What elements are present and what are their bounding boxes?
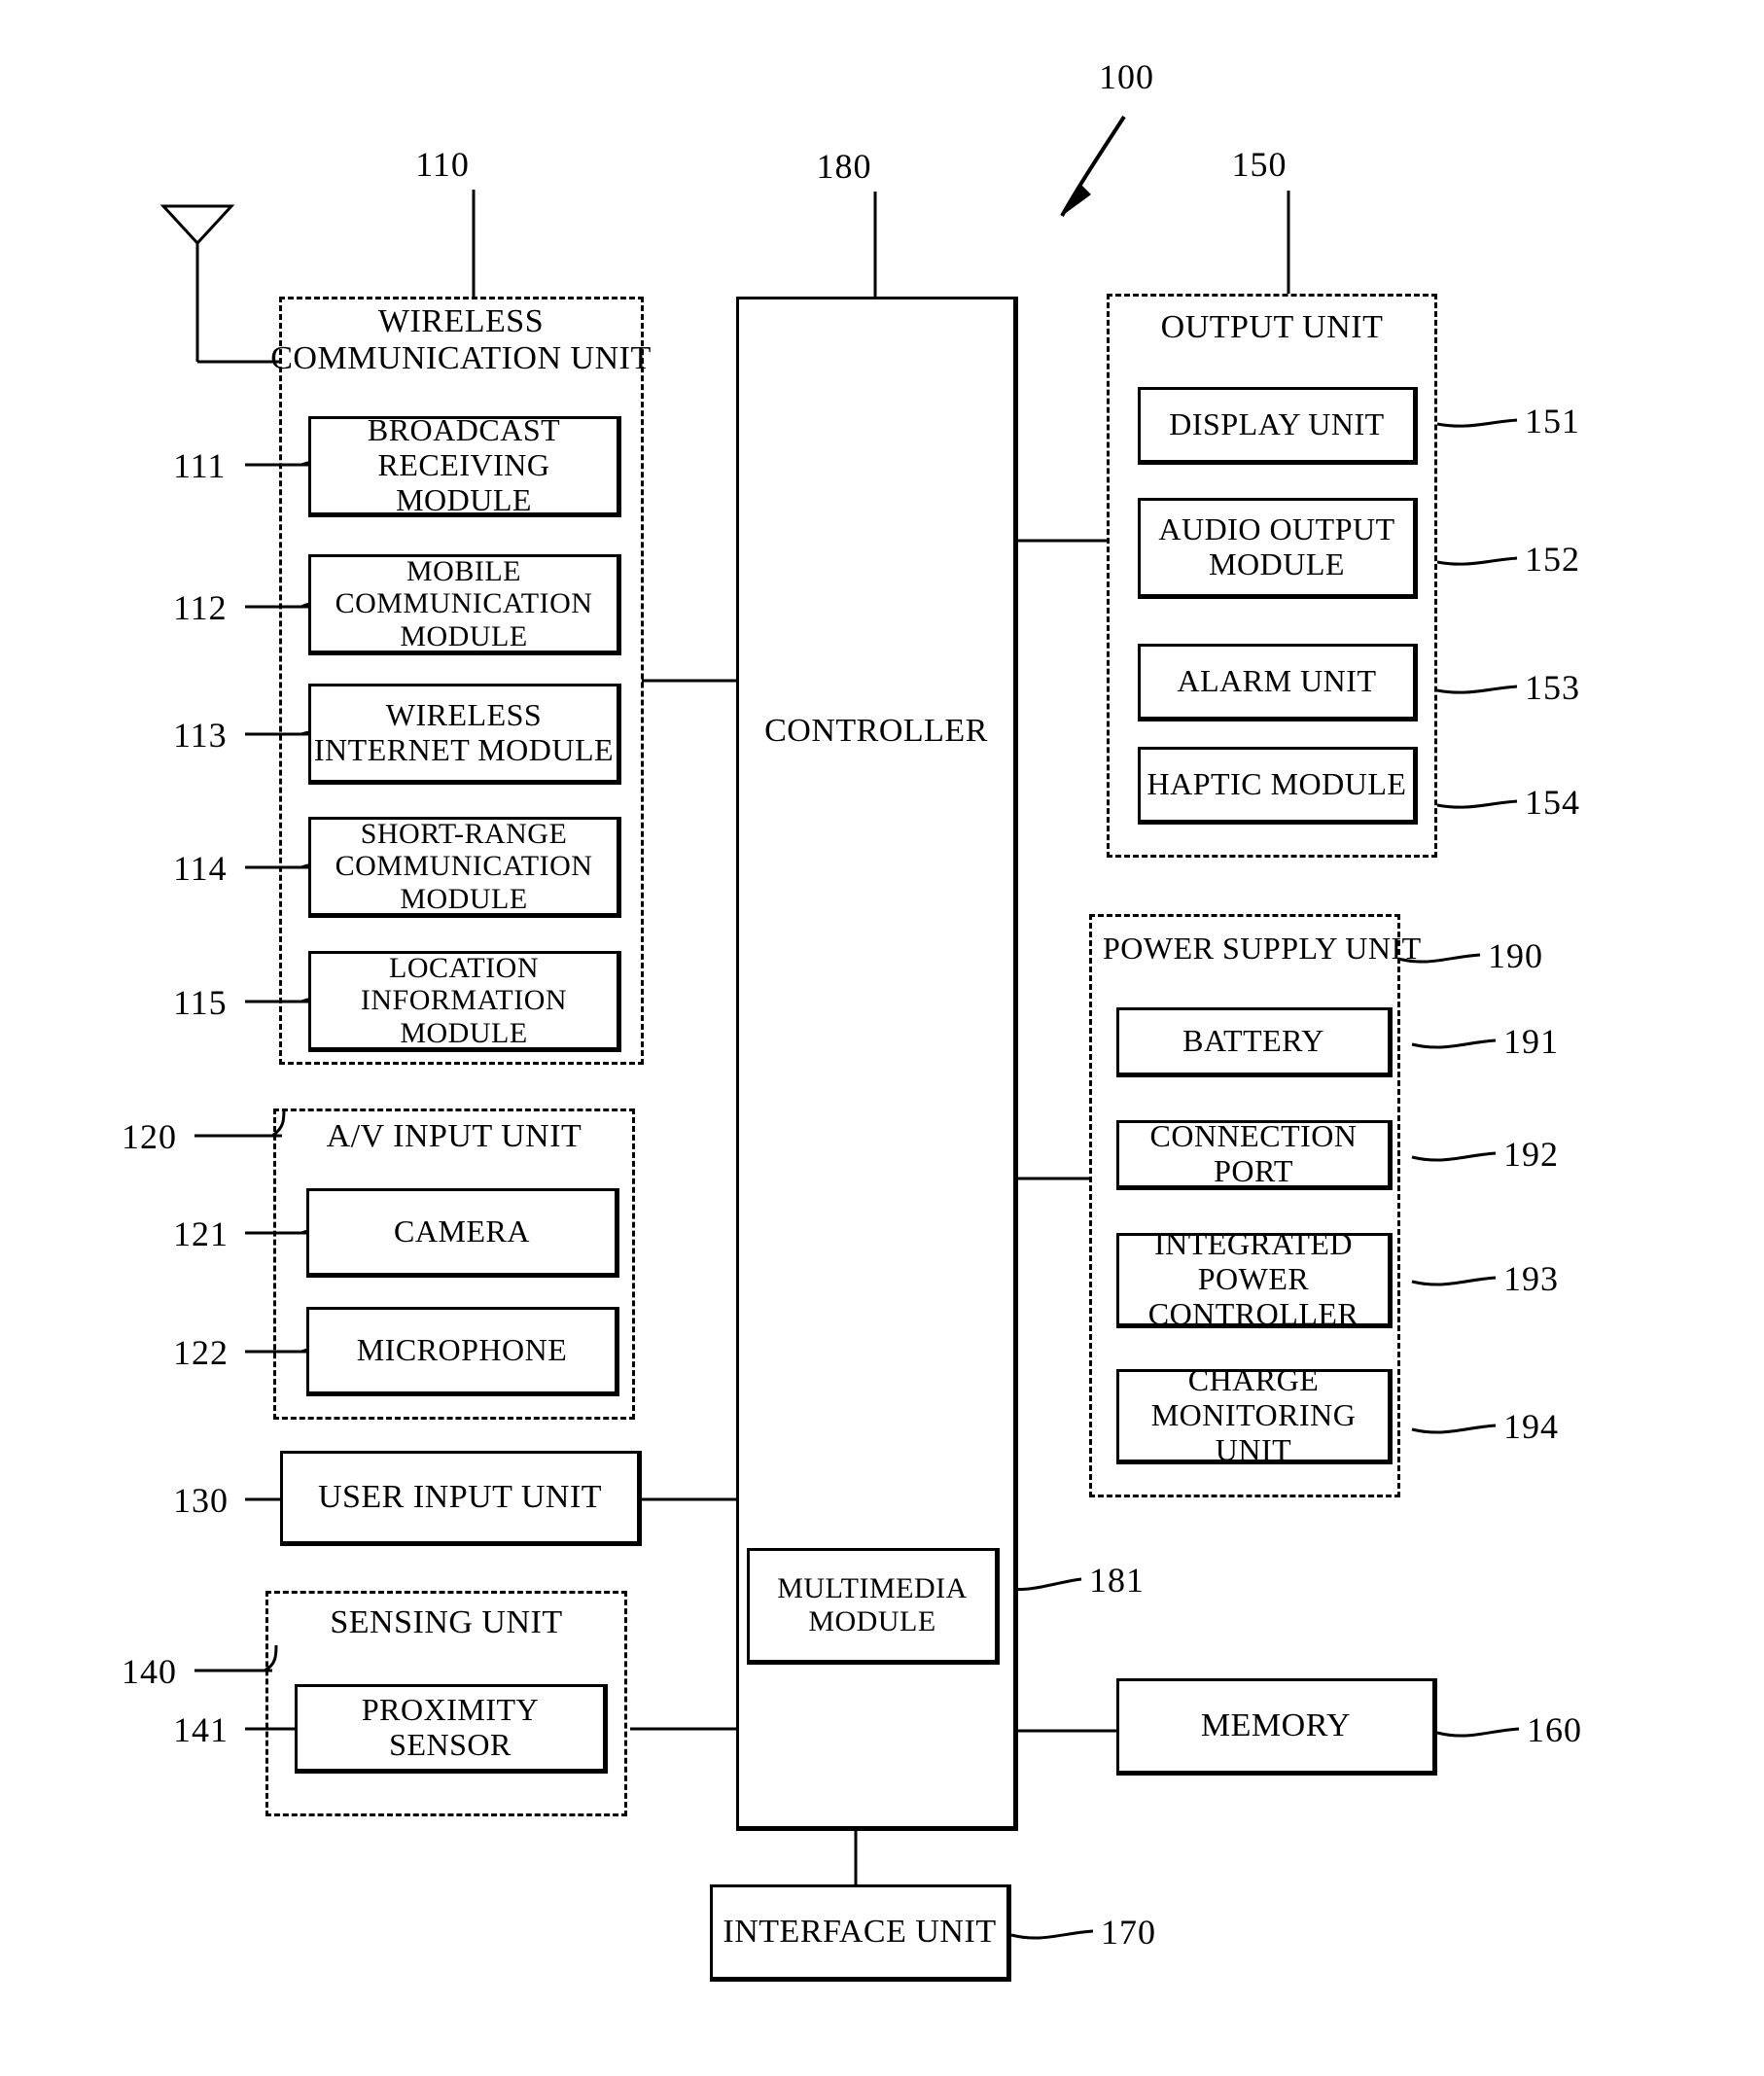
audio-output-module-box[interactable]: AUDIO OUTPUT MODULE xyxy=(1138,498,1418,599)
proximity-sensor-box[interactable]: PROXIMITY SENSOR xyxy=(295,1684,608,1774)
memory-box[interactable]: MEMORY xyxy=(1116,1678,1437,1776)
ref-150: 150 xyxy=(1231,145,1288,184)
wireless-communication-unit-label: WIRELESS COMMUNICATION UNIT xyxy=(270,303,651,377)
wireless-internet-module-line1: WIRELESS xyxy=(385,697,543,733)
ref-112: 112 xyxy=(173,588,228,627)
haptic-module-box[interactable]: HAPTIC MODULE xyxy=(1138,747,1418,825)
multimedia-module-line1: MULTIMEDIA xyxy=(777,1572,968,1605)
ref-191: 191 xyxy=(1503,1022,1559,1061)
ref-141: 141 xyxy=(173,1710,229,1749)
ref-111: 111 xyxy=(173,446,227,485)
patent-figure: 110 180 150 100 111 112 113 114 115 120 … xyxy=(0,0,1764,2076)
ref-181: 181 xyxy=(1089,1561,1145,1600)
ref-154: 154 xyxy=(1525,783,1580,822)
wireless-internet-module-line2: INTERNET MODULE xyxy=(313,732,615,767)
location-information-module-line1: LOCATION xyxy=(389,951,539,984)
ref-114: 114 xyxy=(173,849,228,888)
microphone-label: MICROPHONE xyxy=(356,1332,568,1368)
power-supply-unit-label: POWER SUPPLY UNIT xyxy=(1103,931,1422,966)
display-unit-label: DISPLAY UNIT xyxy=(1169,406,1385,442)
ref-192: 192 xyxy=(1503,1135,1559,1174)
display-unit-box[interactable]: DISPLAY UNIT xyxy=(1138,387,1418,465)
proximity-sensor-label: PROXIMITY SENSOR xyxy=(361,1692,540,1762)
ref-151: 151 xyxy=(1525,402,1580,440)
battery-box[interactable]: BATTERY xyxy=(1116,1007,1393,1077)
ref-122: 122 xyxy=(173,1333,229,1372)
camera-box[interactable]: CAMERA xyxy=(306,1188,619,1278)
location-information-module-line2: INFORMATION MODULE xyxy=(360,984,568,1049)
ref-115: 115 xyxy=(173,983,228,1022)
wcu-label-line1: WIRELESS xyxy=(377,303,545,339)
broadcast-receiving-module-line1: BROADCAST xyxy=(367,412,561,448)
interface-unit-label: INTERFACE UNIT xyxy=(723,1913,997,1950)
short-range-communication-module-line2: COMMUNICATION MODULE xyxy=(335,850,593,915)
controller-label: CONTROLLER xyxy=(764,713,988,749)
multimedia-module-line2: MODULE xyxy=(808,1605,936,1637)
ref-190: 190 xyxy=(1488,936,1543,975)
broadcast-receiving-module-line2: RECEIVING MODULE xyxy=(377,447,550,517)
user-input-unit-label: USER INPUT UNIT xyxy=(317,1478,603,1515)
interface-unit-box[interactable]: INTERFACE UNIT xyxy=(710,1884,1011,1982)
ref-194: 194 xyxy=(1503,1407,1559,1446)
user-input-unit-box[interactable]: USER INPUT UNIT xyxy=(280,1451,642,1546)
ref-193: 193 xyxy=(1503,1259,1559,1298)
integrated-power-controller-box[interactable]: INTEGRATED POWER CONTROLLER xyxy=(1116,1226,1393,1331)
multimedia-module-box[interactable]: MULTIMEDIA MODULE xyxy=(747,1548,1000,1665)
haptic-module-label: HAPTIC MODULE xyxy=(1147,766,1407,802)
audio-output-module-line2: MODULE xyxy=(1209,546,1345,581)
ref-153: 153 xyxy=(1525,668,1580,707)
wcu-label-line2: COMMUNICATION UNIT xyxy=(270,340,652,377)
integrated-power-controller-line2: CONTROLLER xyxy=(1147,1295,1359,1331)
mobile-communication-module-box[interactable]: MOBILE COMMUNICATION MODULE xyxy=(308,554,621,655)
ref-110: 110 xyxy=(415,145,470,184)
memory-label: MEMORY xyxy=(1200,1707,1352,1743)
short-range-communication-module-box[interactable]: SHORT-RANGE COMMUNICATION MODULE xyxy=(308,817,621,918)
alarm-unit-label: ALARM UNIT xyxy=(1177,663,1377,699)
charge-monitoring-unit-line1: CHARGE MONITORING xyxy=(1150,1362,1357,1433)
microphone-box[interactable]: MICROPHONE xyxy=(306,1307,619,1396)
sensing-unit-label: SENSING UNIT xyxy=(330,1604,563,1640)
mobile-communication-module-line1: MOBILE xyxy=(406,554,521,587)
charge-monitoring-unit-box[interactable]: CHARGE MONITORING UNIT xyxy=(1116,1362,1393,1467)
connection-port-box[interactable]: CONNECTION PORT xyxy=(1116,1118,1393,1190)
alarm-unit-box[interactable]: ALARM UNIT xyxy=(1138,644,1418,721)
broadcast-receiving-module-box[interactable]: BROADCAST RECEIVING MODULE xyxy=(308,412,621,517)
short-range-communication-module-line1: SHORT-RANGE xyxy=(360,817,568,850)
connection-port-label: CONNECTION PORT xyxy=(1149,1118,1358,1188)
av-input-unit-label: A/V INPUT UNIT xyxy=(326,1118,582,1154)
mobile-communication-module-line2: COMMUNICATION MODULE xyxy=(335,587,593,652)
ref-152: 152 xyxy=(1525,540,1580,579)
ref-100: 100 xyxy=(1099,57,1154,96)
ref-160: 160 xyxy=(1527,1710,1582,1749)
ref-170: 170 xyxy=(1101,1913,1156,1952)
audio-output-module-line1: AUDIO OUTPUT xyxy=(1158,511,1395,547)
camera-label: CAMERA xyxy=(394,1214,530,1249)
ref-120: 120 xyxy=(122,1117,177,1156)
ref-121: 121 xyxy=(173,1214,229,1253)
integrated-power-controller-line1: INTEGRATED POWER xyxy=(1153,1226,1354,1297)
ref-130: 130 xyxy=(173,1481,229,1520)
location-information-module-box[interactable]: LOCATION INFORMATION MODULE xyxy=(308,951,621,1052)
charge-monitoring-unit-line2: UNIT xyxy=(1215,1431,1292,1467)
output-unit-label: OUTPUT UNIT xyxy=(1160,309,1384,345)
ref-180: 180 xyxy=(816,147,872,186)
ref-140: 140 xyxy=(122,1652,177,1691)
ref-113: 113 xyxy=(173,716,228,755)
wireless-internet-module-box[interactable]: WIRELESS INTERNET MODULE xyxy=(308,684,621,785)
battery-label: BATTERY xyxy=(1182,1023,1324,1059)
